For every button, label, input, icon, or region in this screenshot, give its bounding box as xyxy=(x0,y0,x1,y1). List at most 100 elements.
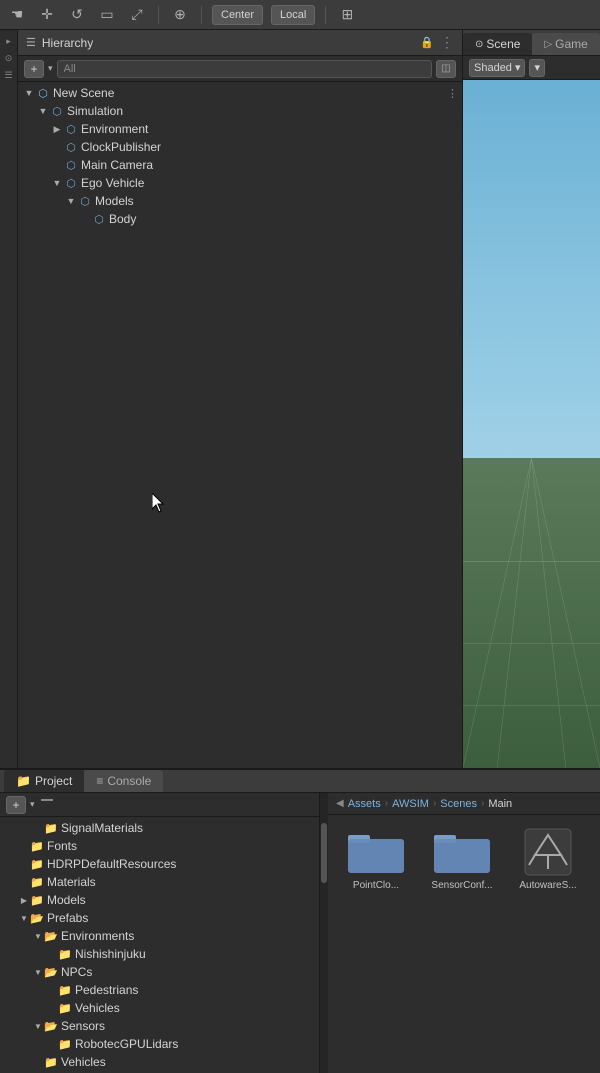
breadcrumb-awsim[interactable]: AWSIM xyxy=(392,798,429,810)
layers-icon[interactable]: ⊞ xyxy=(336,4,358,26)
asset-sensorconf[interactable]: SensorConf... xyxy=(422,823,502,896)
label-models: Models xyxy=(95,194,134,208)
scene-options-dropdown[interactable]: ▾ xyxy=(529,59,545,77)
arrow-simulation: ▼ xyxy=(36,104,50,118)
project-add-button[interactable]: + xyxy=(6,796,26,814)
proj-item-materials[interactable]: ▶ 📁 Materials xyxy=(0,873,319,891)
proj-item-fonts[interactable]: ▶ 📁 Fonts xyxy=(0,837,319,855)
project-tab-icon: 📁 xyxy=(16,774,31,788)
asset-label-pointcloud: PointClo... xyxy=(353,880,399,892)
hierarchy-toolbar: + ▾ ◫ xyxy=(18,56,462,82)
hierarchy-filter-icon[interactable]: ◫ xyxy=(436,60,456,78)
proj-folder-icon-env: 📂 xyxy=(44,931,58,942)
proj-arrow-npcs: ▼ xyxy=(32,965,44,979)
local-button[interactable]: Local xyxy=(271,5,315,25)
proj-item-hdrp[interactable]: ▶ 📁 HDRPDefaultResources xyxy=(0,855,319,873)
hand-tool-icon[interactable]: ☚ xyxy=(6,4,28,26)
icon-simulation: ⬡ xyxy=(50,104,64,118)
breadcrumb-main: Main xyxy=(488,798,512,810)
proj-item-prefabs[interactable]: ▼ 📂 Prefabs xyxy=(0,909,319,927)
empty-area xyxy=(18,228,462,308)
tab-console[interactable]: ≡ Console xyxy=(84,770,163,792)
hierarchy-menu-icon[interactable]: ⋮ xyxy=(440,34,454,51)
new-scene-menu[interactable]: ⋮ xyxy=(447,87,458,100)
proj-item-nishishinjuku[interactable]: ▶ 📁 Nishishinjuku xyxy=(0,945,319,963)
tree-item-clockpublisher[interactable]: ▶ ⬡ ClockPublisher xyxy=(18,138,462,156)
proj-arrow-prefabs: ▼ xyxy=(18,911,30,925)
label-environment: Environment xyxy=(81,122,148,136)
breadcrumb-sep-1: › xyxy=(385,798,388,809)
proj-label-hdrp: HDRPDefaultResources xyxy=(47,857,176,871)
project-tree: ▶ 📁 SignalMaterials ▶ 📁 Fonts ▶ 📁 HDRPD xyxy=(0,817,319,1073)
strip-icon-1[interactable]: ▸ xyxy=(2,34,16,48)
breadcrumb-scenes[interactable]: Scenes xyxy=(440,798,477,810)
rotate-tool-icon[interactable]: ↺ xyxy=(66,4,88,26)
proj-item-models[interactable]: ▶ 📁 Models xyxy=(0,891,319,909)
transform-tool-icon[interactable]: ⤢ xyxy=(126,4,148,26)
proj-label-prefabs: Prefabs xyxy=(47,911,88,925)
tree-item-new-scene[interactable]: ▼ ⬡ New Scene ⋮ xyxy=(18,84,462,102)
proj-item-robotec[interactable]: ▶ 📁 RobotecGPULidars xyxy=(0,1035,319,1053)
extra-tool-icon[interactable]: ⊕ xyxy=(169,4,191,26)
tree-item-main-camera[interactable]: ▶ ⬡ Main Camera xyxy=(18,156,462,174)
proj-label-models: Models xyxy=(47,893,86,907)
tree-item-ego-vehicle[interactable]: ▼ ⬡ Ego Vehicle xyxy=(18,174,462,192)
breadcrumb-assets[interactable]: Assets xyxy=(348,798,381,810)
center-button[interactable]: Center xyxy=(212,5,263,25)
proj-item-signal-materials[interactable]: ▶ 📁 SignalMaterials xyxy=(0,819,319,837)
strip-icon-3[interactable]: ☰ xyxy=(2,68,16,82)
asset-autoware[interactable]: AutowareS... xyxy=(508,823,588,896)
label-new-scene: New Scene xyxy=(53,86,114,100)
hierarchy-panel: ☰ Hierarchy 🔒 ⋮ + ▾ ◫ ▼ ⬡ New Scene ⋮ ▼ … xyxy=(18,30,463,768)
proj-item-sensors[interactable]: ▼ 📂 Sensors xyxy=(0,1017,319,1035)
proj-label-npcs: NPCs xyxy=(61,965,92,979)
tab-game[interactable]: ▷ Game xyxy=(532,33,599,55)
tree-item-simulation[interactable]: ▼ ⬡ Simulation xyxy=(18,102,462,120)
label-clockpublisher: ClockPublisher xyxy=(81,140,161,154)
move-tool-icon[interactable]: ✛ xyxy=(36,4,58,26)
proj-folder-icon-models: 📁 xyxy=(30,895,44,906)
hierarchy-header: ☰ Hierarchy 🔒 ⋮ xyxy=(18,30,462,56)
console-tab-icon: ≡ xyxy=(96,774,103,788)
tree-item-body[interactable]: ▶ ⬡ Body xyxy=(18,210,462,228)
label-ego-vehicle: Ego Vehicle xyxy=(81,176,144,190)
tab-project[interactable]: 📁 Project xyxy=(4,770,84,792)
proj-item-npcs[interactable]: ▼ 📂 NPCs xyxy=(0,963,319,981)
label-simulation: Simulation xyxy=(67,104,123,118)
proj-folder-icon-nishi: 📁 xyxy=(58,949,72,960)
strip-icon-2[interactable]: ⊙ xyxy=(2,51,16,65)
tree-item-models[interactable]: ▼ ⬡ Models xyxy=(18,192,462,210)
proj-item-vehicles[interactable]: ▶ 📁 Vehicles xyxy=(0,999,319,1017)
scene-toolbar: Shaded ▾ ▾ xyxy=(463,56,600,80)
assets-grid: PointClo... SensorConf... xyxy=(328,815,600,1073)
add-dropdown-icon[interactable]: ▾ xyxy=(48,63,53,74)
asset-folder-icon-sensorconf xyxy=(432,827,492,877)
shaded-dropdown[interactable]: Shaded ▾ xyxy=(469,59,525,77)
proj-item-pedestrians[interactable]: ▶ 📁 Pedestrians xyxy=(0,981,319,999)
proj-item-environments[interactable]: ▼ 📂 Environments xyxy=(0,927,319,945)
rect-tool-icon[interactable]: ▭ xyxy=(96,4,118,26)
proj-label-mats: Materials xyxy=(47,875,96,889)
proj-item-vehicles2[interactable]: ▶ 📁 Vehicles xyxy=(0,1053,319,1071)
scene-view[interactable] xyxy=(463,80,600,768)
toolbar-sep-3 xyxy=(325,6,326,24)
breadcrumb-back-icon[interactable]: ◀ xyxy=(336,798,344,809)
project-add-arrow[interactable]: ▾ xyxy=(30,799,35,810)
hierarchy-search-input[interactable] xyxy=(57,60,432,78)
scrollbar-thumb[interactable] xyxy=(321,823,327,883)
tree-item-environment[interactable]: ▶ ⬡ Environment xyxy=(18,120,462,138)
asset-pointcloud[interactable]: PointClo... xyxy=(336,823,416,896)
label-main-camera: Main Camera xyxy=(81,158,153,172)
hierarchy-lock-icon[interactable]: 🔒 xyxy=(420,36,434,49)
proj-label-nishi: Nishishinjuku xyxy=(75,947,146,961)
project-tree-scrollbar[interactable] xyxy=(320,793,328,1073)
proj-label-veh: Vehicles xyxy=(75,1001,120,1015)
icon-clockpublisher: ⬡ xyxy=(64,140,78,154)
icon-new-scene: ⬡ xyxy=(36,86,50,100)
hierarchy-add-button[interactable]: + xyxy=(24,60,44,78)
project-toolbar: + ▾ xyxy=(0,793,319,817)
tab-scene[interactable]: ⊙ Scene xyxy=(463,33,532,55)
console-tab-label: Console xyxy=(107,774,151,788)
game-tab-label: Game xyxy=(555,37,588,51)
proj-folder-icon-hdrp: 📁 xyxy=(30,859,44,870)
